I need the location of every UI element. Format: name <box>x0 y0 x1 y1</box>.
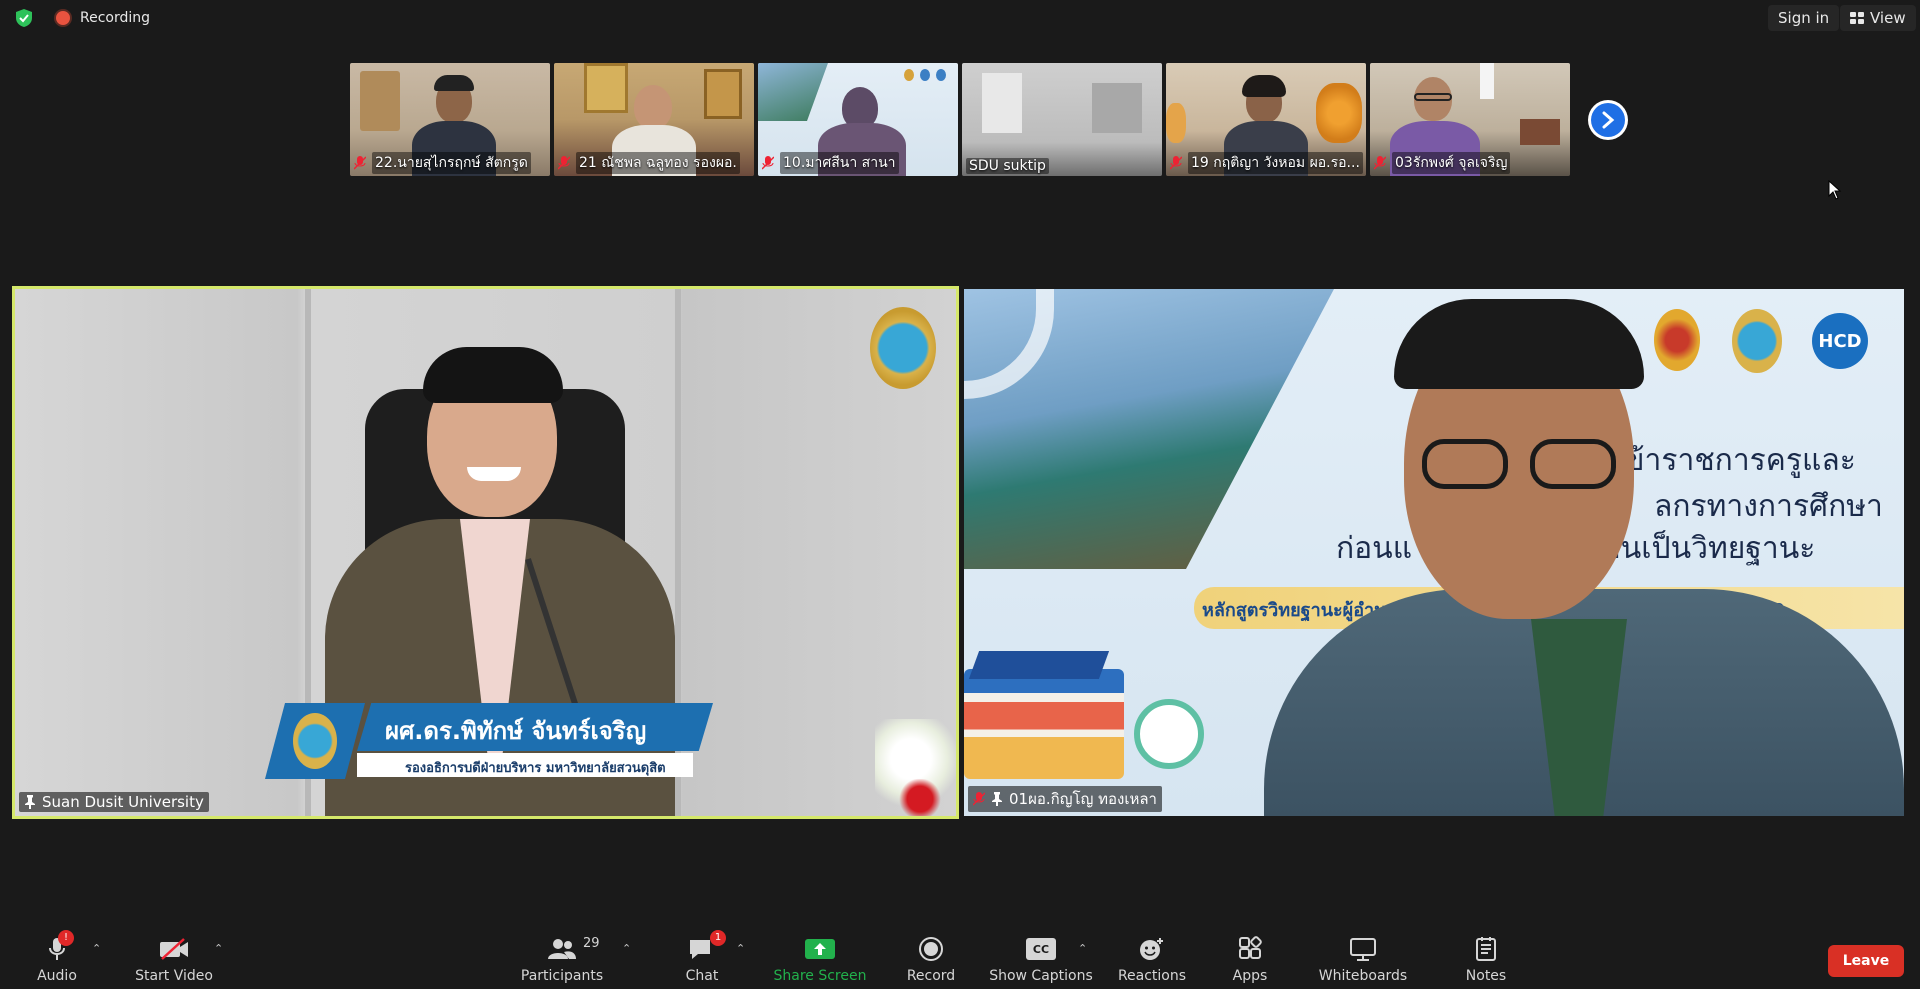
participants-icon <box>548 939 576 959</box>
participant-thumbnail[interactable]: 10.มาศสีนา สานา <box>758 63 958 176</box>
participant-thumbnail[interactable]: 21 ณัชพล ฉลูทอง รองผอ. <box>554 63 754 176</box>
next-page-button[interactable] <box>1588 100 1628 140</box>
participant-video[interactable]: HCD ข้าราชการครูและ ลกรทางการศึกษา ก่อนแ… <box>964 289 1904 816</box>
top-bar: Recording Sign in View <box>0 0 1920 36</box>
participant-thumbnail[interactable]: 22.นายสุไกรฤกษ์ สัตกรูด <box>350 63 550 176</box>
participant-name-label: 22.นายสุไกรฤกษ์ สัตกรูด <box>354 152 531 174</box>
record-icon <box>919 937 943 961</box>
record-button[interactable]: Record <box>903 932 959 988</box>
university-logo <box>870 307 936 389</box>
active-speaker-video[interactable]: ผศ.ดร.พิทักษ์ จันทร์เจริญ รองอธิการบดีฝ่… <box>12 286 959 819</box>
participant-thumbnail[interactable]: 03รักพงศ์ จุลเจริญ <box>1370 63 1570 176</box>
participant-thumbnail[interactable]: 19 กฤติญา วังหอม ผอ.รอ... <box>1166 63 1366 176</box>
pin-icon <box>992 792 1002 806</box>
view-label: View <box>1870 9 1906 27</box>
mic-muted-icon <box>558 156 570 170</box>
sign-in-button[interactable]: Sign in <box>1768 5 1840 31</box>
view-button[interactable]: View <box>1840 5 1916 31</box>
lower-third-banner: ผศ.ดร.พิทักษ์ จันทร์เจริญ รองอธิการบดีฝ่… <box>265 703 725 783</box>
chat-options-chevron-icon[interactable]: ⌃ <box>736 942 745 955</box>
participants-button[interactable]: 29 Participants <box>520 932 604 988</box>
sign-in-label: Sign in <box>1778 9 1830 27</box>
notes-icon <box>1476 937 1496 961</box>
captions-options-chevron-icon[interactable]: ⌃ <box>1078 942 1087 955</box>
mic-muted-icon <box>973 792 985 806</box>
mic-muted-icon <box>1374 156 1386 170</box>
participant-name-label: SDU suktip <box>966 158 1049 174</box>
show-captions-button[interactable]: CC Show Captions <box>988 932 1094 988</box>
notes-button[interactable]: Notes <box>1464 932 1508 988</box>
chat-unread-badge: 1 <box>710 930 726 946</box>
mic-muted-icon <box>1170 156 1182 170</box>
chat-button[interactable]: 1 Chat <box>680 930 726 988</box>
apps-grid-icon <box>1239 936 1262 959</box>
security-shield-icon[interactable] <box>14 8 34 28</box>
participants-count: 29 <box>583 936 600 951</box>
audio-warning-badge: ! <box>58 930 74 946</box>
whiteboard-icon <box>1350 938 1376 961</box>
university-logo <box>1732 309 1782 373</box>
participant-thumbnail[interactable]: SDU suktip <box>962 63 1162 176</box>
recording-dot-icon <box>56 11 70 25</box>
start-video-button[interactable]: Start Video <box>134 932 214 988</box>
participant-name-tag: Suan Dusit University <box>19 792 209 812</box>
hcd-logo: HCD <box>1812 313 1868 369</box>
chevron-right-icon <box>1602 111 1615 129</box>
leave-button[interactable]: Leave <box>1828 945 1904 977</box>
ministry-logo <box>1654 309 1700 371</box>
participant-name-label: 21 ณัชพล ฉลูทอง รองผอ. <box>558 152 740 174</box>
mouse-cursor-icon <box>1828 180 1842 200</box>
share-screen-icon <box>805 939 835 959</box>
pin-icon <box>25 795 35 809</box>
reactions-button[interactable]: Reactions <box>1116 932 1188 988</box>
whiteboards-button[interactable]: Whiteboards <box>1316 932 1410 988</box>
mic-muted-icon <box>354 156 366 170</box>
video-options-chevron-icon[interactable]: ⌃ <box>214 942 223 955</box>
share-screen-button[interactable]: Share Screen <box>770 932 870 988</box>
reactions-smiley-icon <box>1140 938 1163 960</box>
mic-muted-icon <box>762 156 774 170</box>
captions-icon: CC <box>1026 938 1056 960</box>
participant-name-label: 19 กฤติญา วังหอม ผอ.รอ... <box>1170 152 1363 174</box>
participant-name-tag: 01ผอ.กิญโญ ทองเหลา <box>968 786 1162 812</box>
participant-name-label: 10.มาศสีนา สานา <box>762 152 899 174</box>
participants-options-chevron-icon[interactable]: ⌃ <box>622 942 631 955</box>
recording-indicator[interactable]: Recording <box>56 9 150 27</box>
participant-name-label: 03รักพงศ์ จุลเจริญ <box>1374 152 1511 174</box>
meeting-toolbar: ! Audio ⌃ Start Video ⌃ 29 Participants … <box>0 926 1920 989</box>
banner-text-line2: ลกรทางการศึกษา <box>1654 489 1883 524</box>
audio-options-chevron-icon[interactable]: ⌃ <box>92 942 101 955</box>
lower-third-name: ผศ.ดร.พิทักษ์ จันทร์เจริญ <box>385 717 647 745</box>
banner-text-line1: ข้าราชการครูและ <box>1624 443 1856 478</box>
audio-button[interactable]: ! Audio <box>34 930 80 988</box>
grid-view-icon <box>1850 12 1864 24</box>
recording-label: Recording <box>80 10 151 26</box>
apps-button[interactable]: Apps <box>1230 932 1270 988</box>
video-off-icon <box>160 938 188 960</box>
lower-third-title: รองอธิการบดีฝ่ายบริหาร มหาวิทยาลัยสวนดุส… <box>405 761 666 776</box>
